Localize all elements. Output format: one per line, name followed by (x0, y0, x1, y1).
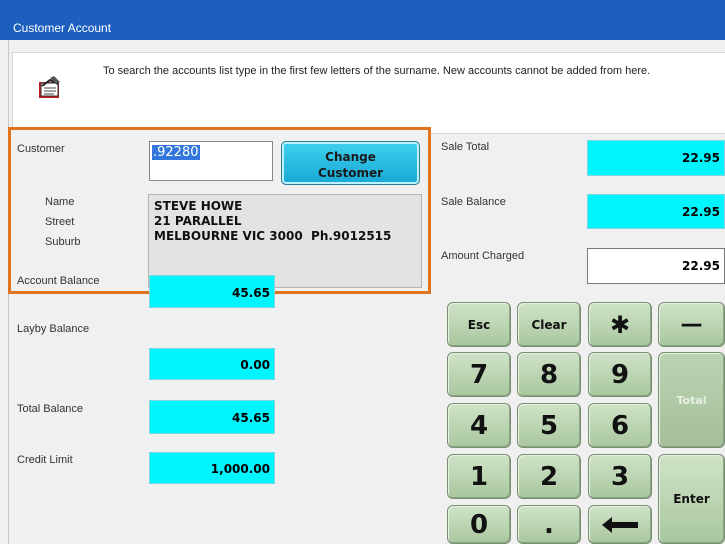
sale-total-label: Sale Total (441, 141, 490, 153)
customer-number-value: .92280 (152, 145, 200, 160)
decimal-key[interactable]: . (517, 505, 581, 544)
customer-name: STEVE HOWE (154, 199, 243, 213)
amount-charged-label: Amount Charged (441, 250, 525, 262)
customer-address-box: STEVE HOWE 21 PARALLEL MELBOURNE VIC 300… (148, 194, 422, 288)
sale-balance-value: 22.95 (587, 194, 725, 229)
key-2[interactable]: 2 (517, 454, 581, 499)
customer-suburb: MELBOURNE VIC 3000 Ph.9012515 (154, 229, 392, 243)
change-customer-label-line1: Change (325, 150, 376, 164)
total-balance-value: 45.65 (149, 400, 275, 434)
accounts-book-icon (36, 74, 64, 102)
total-key[interactable]: Total (658, 352, 725, 448)
credit-limit-label: Credit Limit (17, 454, 73, 466)
layby-balance-label: Layby Balance (17, 323, 90, 335)
title-bar: Customer Account (0, 0, 725, 40)
minus-key[interactable]: — (658, 302, 725, 347)
key-1[interactable]: 1 (447, 454, 511, 499)
sale-balance-label: Sale Balance (441, 196, 506, 208)
key-0[interactable]: 0 (447, 505, 511, 544)
key-8[interactable]: 8 (517, 352, 581, 397)
enter-key[interactable]: Enter (658, 454, 725, 544)
suburb-label: Suburb (45, 236, 81, 248)
customer-street: 21 PARALLEL (154, 214, 242, 228)
amount-charged-input[interactable]: 22.95 (587, 248, 725, 284)
backspace-key[interactable] (588, 505, 652, 544)
clear-key[interactable]: Clear (517, 302, 581, 347)
window-title: Customer Account (13, 21, 112, 35)
name-label: Name (45, 196, 75, 208)
customer-account-window: Customer Account To search the accounts … (0, 0, 725, 544)
key-7[interactable]: 7 (447, 352, 511, 397)
change-customer-button[interactable]: Change Customer (281, 141, 420, 185)
sale-total-value: 22.95 (587, 140, 725, 176)
layby-balance-value: 0.00 (149, 348, 275, 380)
customer-number-input[interactable]: .92280 (149, 141, 273, 181)
credit-limit-value: 1,000.00 (149, 452, 275, 484)
key-5[interactable]: 5 (517, 403, 581, 448)
key-4[interactable]: 4 (447, 403, 511, 448)
search-instructions: To search the accounts list type in the … (103, 65, 651, 77)
key-3[interactable]: 3 (588, 454, 652, 499)
customer-label: Customer (17, 143, 65, 155)
key-9[interactable]: 9 (588, 352, 652, 397)
account-balance-label: Account Balance (17, 275, 100, 287)
key-6[interactable]: 6 (588, 403, 652, 448)
total-balance-label: Total Balance (17, 403, 84, 415)
backspace-arrow-icon (600, 515, 640, 535)
account-balance-value: 45.65 (149, 275, 275, 308)
esc-key[interactable]: Esc (447, 302, 511, 347)
street-label: Street (45, 216, 75, 228)
change-customer-label-line2: Customer (317, 166, 384, 180)
multiply-key[interactable]: ✱ (588, 302, 652, 347)
